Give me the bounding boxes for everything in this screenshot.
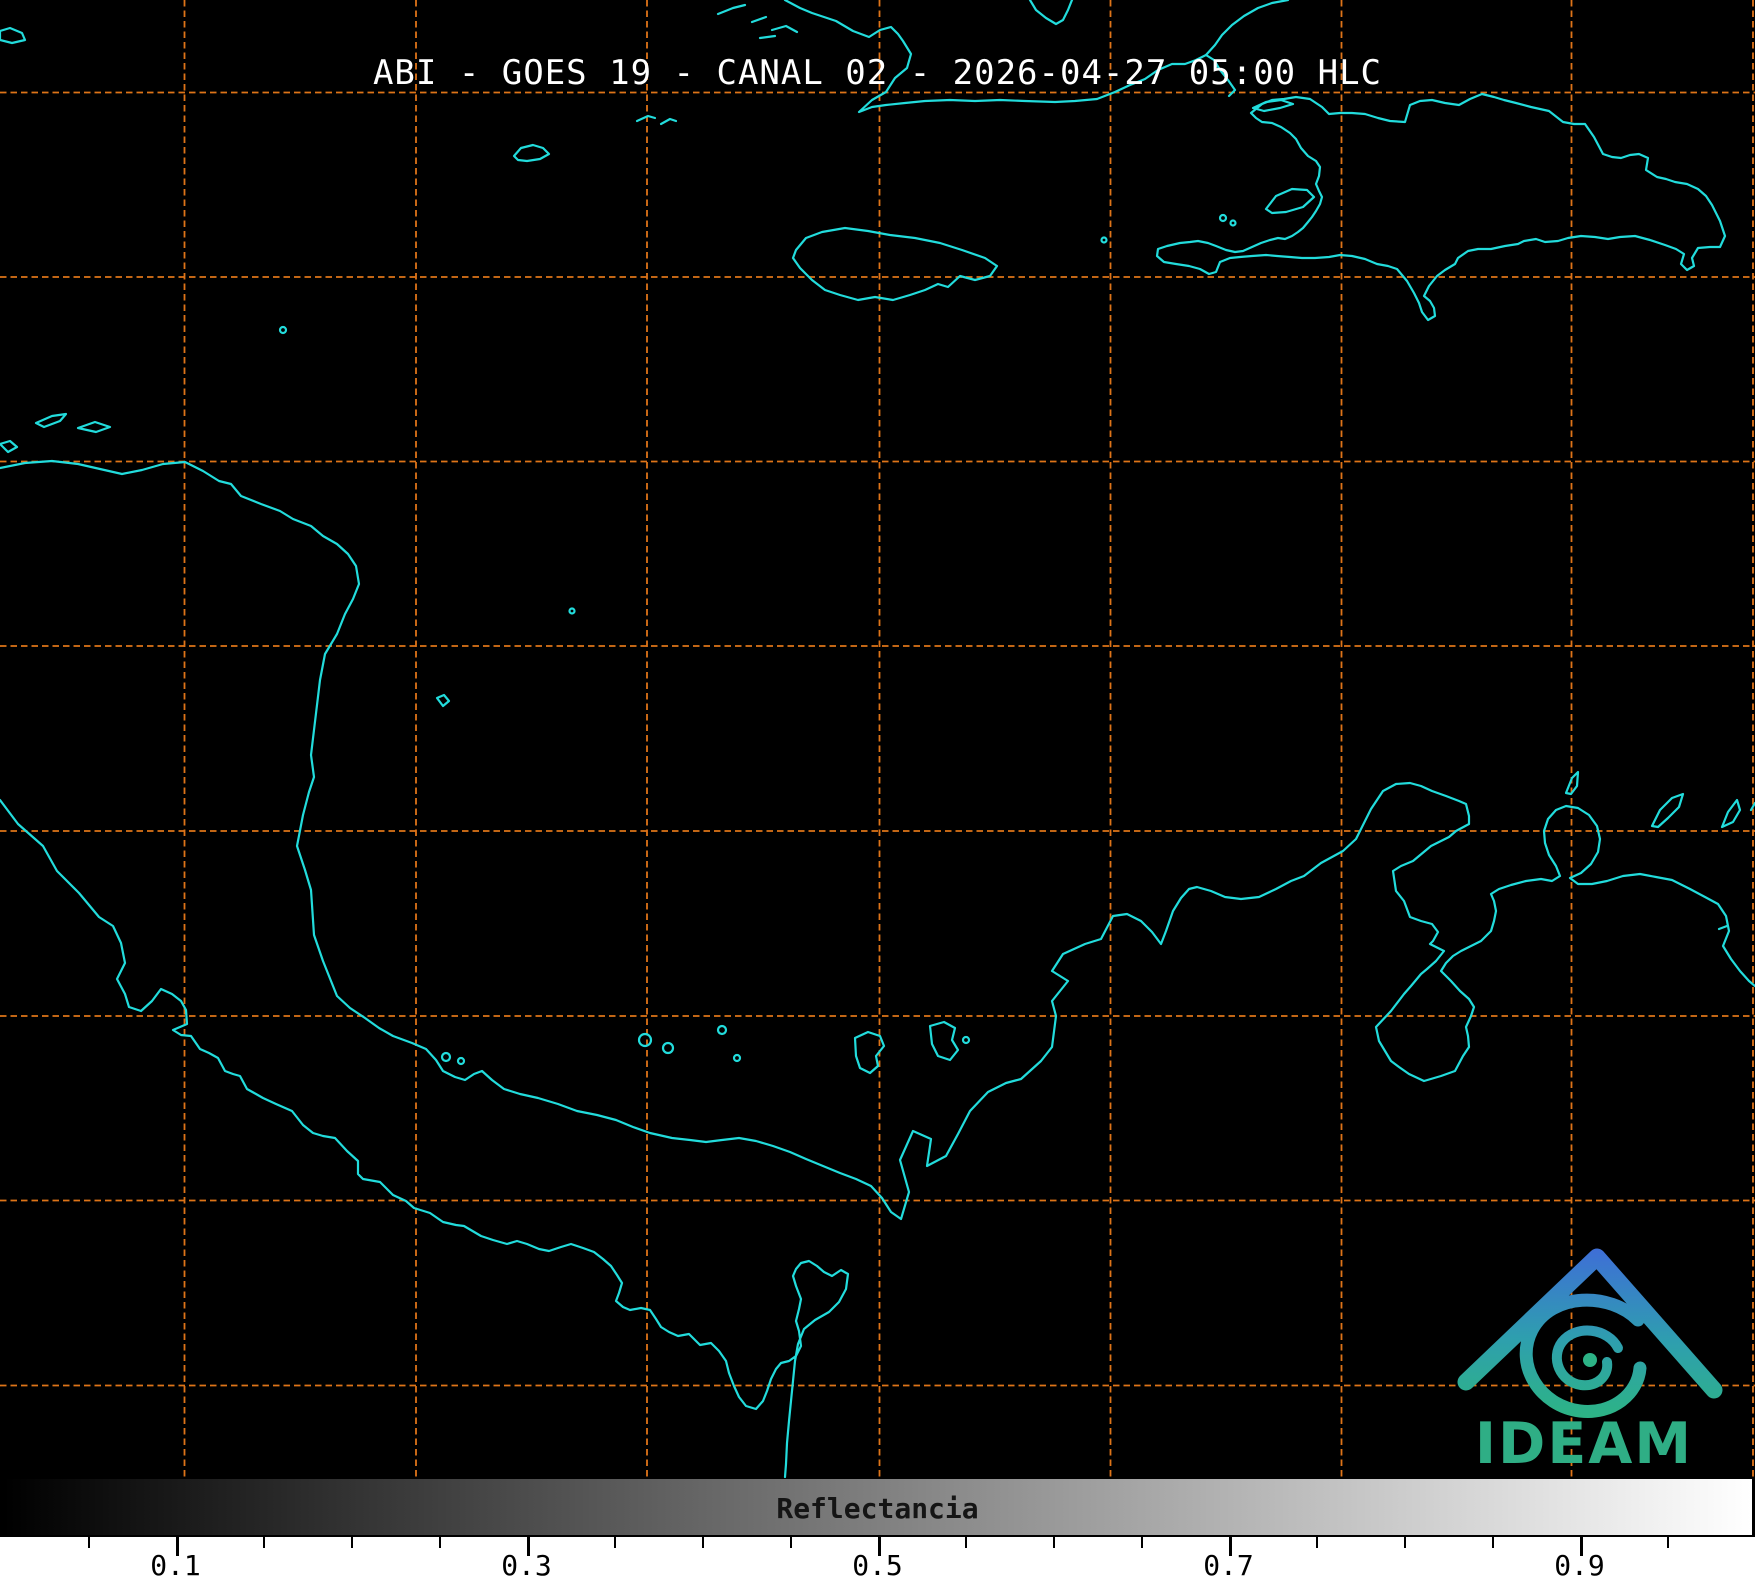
coastline-cuba-bay bbox=[1028, 0, 1074, 26]
coastline-pacific bbox=[0, 798, 850, 1479]
colorbar-tick-label: 0.7 bbox=[1203, 1549, 1254, 1577]
colorbar-minor-tick bbox=[1404, 1537, 1406, 1548]
bocas-islet2 bbox=[456, 1056, 466, 1066]
coastline-jamaica bbox=[791, 226, 999, 302]
miskito-cays bbox=[0, 412, 112, 454]
island-dot bbox=[961, 1035, 971, 1045]
ideam-mountain-icon bbox=[1457, 1248, 1723, 1418]
reflectance-colorbar: Reflectancia bbox=[3, 1479, 1752, 1537]
colorbar-minor-tick bbox=[789, 1537, 792, 1548]
colorbar-tick-label: 0.5 bbox=[852, 1549, 903, 1577]
caribbean-islet2 bbox=[661, 1041, 675, 1055]
colorbar-tick-label: 0.1 bbox=[150, 1549, 201, 1577]
caribbean-islet bbox=[637, 1032, 653, 1048]
ideam-spiral-center bbox=[1583, 1353, 1597, 1367]
colorbar-minor-tick bbox=[351, 1537, 353, 1548]
colorbar-minor-tick bbox=[87, 1537, 90, 1548]
map-title: ABI - GOES 19 - CANAL 02 - 2026-04-27 05… bbox=[372, 53, 1383, 93]
colorbar-minor-tick bbox=[702, 1537, 704, 1548]
colorbar-minor-tick bbox=[1667, 1537, 1670, 1548]
coastline-hispaniola bbox=[1155, 92, 1727, 322]
colorbar-minor-tick bbox=[1140, 1537, 1143, 1548]
cuba-cays bbox=[716, 3, 799, 40]
ideam-logo-text: IDEAM bbox=[1475, 1411, 1693, 1477]
islet-dot bbox=[278, 325, 288, 335]
colorbar-axis: 0.1 0.3 0.5 0.7 0.9 bbox=[0, 1537, 1755, 1577]
curacao-island bbox=[1650, 792, 1685, 829]
little-cayman-islands bbox=[635, 114, 678, 126]
edge-fragment-topleft bbox=[0, 26, 27, 45]
islet-squiggle bbox=[435, 693, 451, 708]
ideam-logo: IDEAM bbox=[1457, 1248, 1723, 1477]
gonave-island bbox=[1264, 187, 1316, 215]
coastline-caribbean-mainland bbox=[0, 459, 1755, 1221]
colorbar-tick-label: 0.3 bbox=[501, 1549, 552, 1577]
tortue-island bbox=[1251, 98, 1295, 113]
caribbean-islet4 bbox=[732, 1053, 742, 1063]
colorbar-minor-tick bbox=[438, 1537, 441, 1548]
colorbar-label: Reflectancia bbox=[776, 1492, 979, 1525]
colorbar-minor-tick bbox=[965, 1537, 968, 1548]
colorbar-minor-tick bbox=[614, 1537, 617, 1548]
cayemites-islet2 bbox=[1229, 219, 1237, 227]
colorbar-minor-tick bbox=[263, 1537, 266, 1548]
navassa-island bbox=[1100, 236, 1108, 244]
caribbean-islet3 bbox=[716, 1024, 728, 1036]
colorbar-minor-tick bbox=[1053, 1537, 1055, 1548]
colorbar-tick-label: 0.9 bbox=[1554, 1549, 1605, 1577]
coastline-cuba-north bbox=[1204, 0, 1290, 57]
satellite-image-viewer: ABI - GOES 19 - CANAL 02 - 2026-04-27 05… bbox=[0, 0, 1755, 1577]
cayemites-islet bbox=[1218, 213, 1228, 223]
island-b bbox=[928, 1020, 960, 1062]
bonaire-island bbox=[1720, 798, 1742, 829]
bocas-islet bbox=[440, 1051, 452, 1063]
colorbar-minor-tick bbox=[1491, 1537, 1494, 1548]
colorbar-minor-tick bbox=[1316, 1537, 1319, 1548]
grand-cayman-island bbox=[512, 143, 551, 163]
islet-dot2 bbox=[568, 607, 576, 615]
